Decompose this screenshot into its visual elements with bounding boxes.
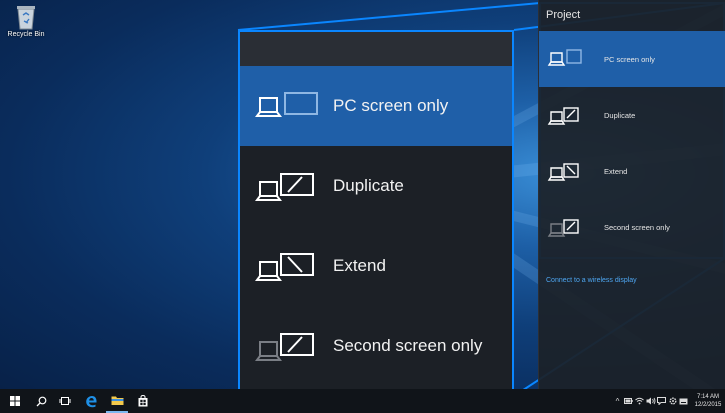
task-view-icon <box>59 397 71 405</box>
second-screen-only-icon <box>255 333 314 361</box>
store-icon <box>138 395 148 407</box>
edge-taskbar-button[interactable] <box>80 389 102 413</box>
extend-icon <box>255 253 314 281</box>
battery-icon[interactable] <box>623 389 634 413</box>
pane-option-label: Extend <box>604 166 628 176</box>
network-icon[interactable] <box>634 389 645 413</box>
zoomed-project-panel: PC screen only Duplicate Extend Second s… <box>238 30 514 396</box>
zoom-option-label: Duplicate <box>333 176 404 195</box>
system-tray: ^ 7:14 AM 12/2/2015 <box>612 389 725 413</box>
file-explorer-icon <box>111 396 123 405</box>
pane-option-duplicate[interactable]: Duplicate <box>539 87 725 143</box>
zoom-option-second-screen-only[interactable]: Second screen only <box>240 306 512 386</box>
pane-option-label: Second screen only <box>604 222 670 232</box>
windows-start-icon <box>10 396 20 406</box>
search-icon <box>36 396 46 406</box>
pane-option-label: PC screen only <box>604 54 655 64</box>
action-center-icon[interactable] <box>656 389 667 413</box>
project-pane: Project PC screen only Duplicate Extend <box>538 0 725 389</box>
pane-option-pc-screen-only[interactable]: PC screen only <box>539 31 725 87</box>
pc-screen-only-icon <box>547 49 582 66</box>
taskbar-clock[interactable]: 7:14 AM 12/2/2015 <box>691 393 725 409</box>
store-taskbar-button[interactable] <box>132 389 154 413</box>
zoom-option-label: Extend <box>333 256 386 275</box>
keyboard-icon[interactable] <box>678 389 689 413</box>
zoom-option-label: Second screen only <box>333 336 483 355</box>
zoom-option-label: PC screen only <box>333 96 449 115</box>
settings-icon[interactable] <box>667 389 678 413</box>
recycle-bin-icon <box>17 6 35 30</box>
second-screen-only-icon <box>547 219 579 237</box>
edge-browser-icon <box>85 395 97 407</box>
duplicate-icon <box>547 107 579 125</box>
zoom-option-duplicate[interactable]: Duplicate <box>240 146 512 226</box>
volume-icon[interactable] <box>645 389 656 413</box>
pane-option-second-screen-only[interactable]: Second screen only <box>539 199 725 255</box>
clock-time: 7:14 AM <box>696 394 719 400</box>
recycle-bin[interactable]: Recycle Bin <box>4 4 48 38</box>
chevron-up-icon[interactable]: ^ <box>612 389 623 413</box>
search-button[interactable] <box>30 389 52 413</box>
pane-option-label: Duplicate <box>604 110 636 120</box>
task-view-button[interactable] <box>54 389 76 413</box>
recycle-bin-label: Recycle Bin <box>7 31 45 38</box>
pane-option-extend[interactable]: Extend <box>539 143 725 199</box>
connect-wireless-display-link[interactable]: Connect to a wireless display <box>539 277 725 284</box>
zoom-option-extend[interactable]: Extend <box>240 226 512 306</box>
zoomed-panel-header <box>240 32 512 66</box>
pc-screen-only-icon <box>255 92 318 117</box>
duplicate-icon <box>255 173 314 201</box>
zoom-option-pc-screen-only[interactable]: PC screen only <box>240 66 512 146</box>
taskbar: ^ 7:14 AM 12/2/2015 <box>0 389 725 413</box>
start-button[interactable] <box>4 389 26 413</box>
extend-icon <box>547 163 579 181</box>
file-explorer-taskbar-button[interactable] <box>106 389 128 413</box>
project-pane-title: Project <box>546 9 581 21</box>
clock-date: 12/2/2015 <box>694 402 722 408</box>
